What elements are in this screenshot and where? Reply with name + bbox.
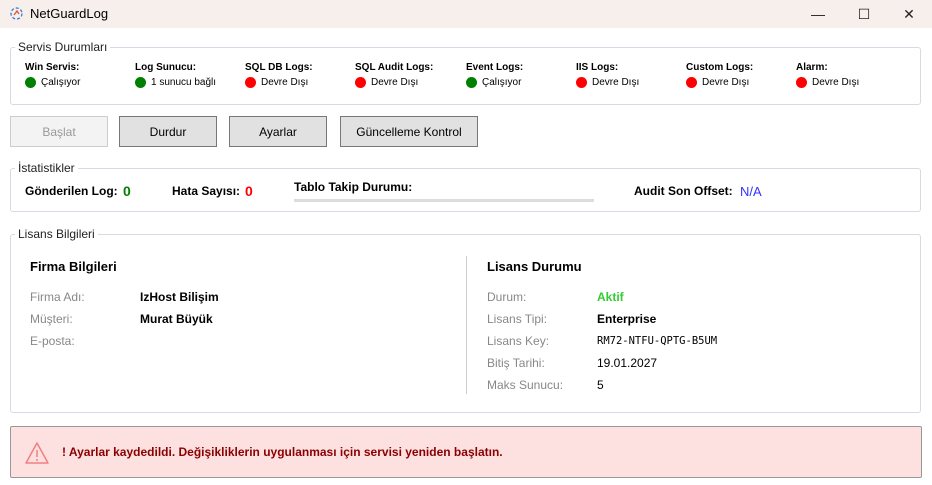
service-status: Devre Dışı (576, 77, 639, 88)
service-status: Çalışıyor (466, 77, 521, 88)
start-button[interactable]: Başlat (10, 116, 108, 147)
license-status-heading: Lisans Durumu (487, 259, 582, 274)
divider (466, 256, 467, 394)
service-status: Devre Dışı (245, 77, 308, 88)
app-logo-icon (10, 7, 23, 20)
service-label: Alarm: (796, 62, 828, 73)
license-field-value: 5 (597, 378, 604, 392)
service-status: Devre Dışı (355, 77, 418, 88)
warning-icon (25, 442, 49, 464)
service-status-text: Devre Dışı (592, 77, 640, 88)
license-field-label: Maks Sunucu: (487, 378, 564, 392)
license-field-value: Enterprise (597, 312, 657, 326)
window-title: NetGuardLog (30, 6, 109, 21)
status-dot-icon (796, 77, 807, 88)
title-bar: NetGuardLog — ☐ ✕ (0, 0, 932, 28)
service-label: SQL DB Logs: (245, 62, 313, 73)
status-dot-icon (576, 77, 587, 88)
service-label: Win Servis: (25, 62, 80, 73)
service-label: Event Logs: (466, 62, 524, 73)
service-status-group (10, 47, 921, 105)
audit-offset-value: N/A (740, 184, 762, 199)
statistics-legend: İstatistikler (15, 161, 78, 175)
service-status-text: Devre Dışı (261, 77, 309, 88)
status-dot-icon (355, 77, 366, 88)
service-status: Devre Dışı (796, 77, 859, 88)
status-dot-icon (466, 77, 477, 88)
status-dot-icon (686, 77, 697, 88)
alert-message: ! Ayarlar kaydedildi. Değişikliklerin uy… (62, 445, 503, 459)
alert-banner: ! Ayarlar kaydedildi. Değişikliklerin uy… (10, 426, 922, 478)
error-count-label: Hata Sayısı: (172, 184, 241, 198)
company-field-label: Müşteri: (30, 312, 73, 326)
service-status-text: Çalışıyor (41, 77, 81, 88)
maximize-button[interactable]: ☐ (841, 0, 887, 28)
sent-log-value: 0 (123, 183, 131, 199)
service-status-legend: Servis Durumları (15, 40, 111, 54)
settings-button[interactable]: Ayarlar (229, 116, 327, 147)
license-field-value: 19.01.2027 (597, 356, 658, 370)
service-status-text: 1 sunucu bağlı (151, 77, 217, 88)
license-field-label: Bitiş Tarihi: (487, 356, 545, 370)
status-dot-icon (245, 77, 256, 88)
license-field-value: RM72-NTFU-QPTG-B5UM (597, 335, 718, 347)
service-status-text: Devre Dışı (702, 77, 750, 88)
service-status: Çalışıyor (25, 77, 80, 88)
service-status-text: Devre Dışı (371, 77, 419, 88)
company-heading: Firma Bilgileri (30, 259, 117, 274)
service-status-text: Devre Dışı (812, 77, 860, 88)
status-dot-icon (25, 77, 36, 88)
license-field-label: Durum: (487, 290, 527, 304)
stop-button[interactable]: Durdur (119, 116, 217, 147)
error-count-value: 0 (245, 183, 253, 199)
service-label: SQL Audit Logs: (355, 62, 434, 73)
company-field-label: Firma Adı: (30, 290, 85, 304)
license-field-label: Lisans Key: (487, 334, 550, 348)
company-field-value: Murat Büyük (140, 312, 213, 326)
service-label: IIS Logs: (576, 62, 619, 73)
audit-offset-label: Audit Son Offset: (634, 184, 733, 198)
service-label: Custom Logs: (686, 62, 754, 73)
service-status: 1 sunucu bağlı (135, 77, 216, 88)
company-field-label: E-posta: (30, 334, 75, 348)
license-legend: Lisans Bilgileri (15, 227, 98, 241)
service-status: Devre Dışı (686, 77, 749, 88)
close-button[interactable]: ✕ (886, 0, 932, 28)
update-check-button[interactable]: Güncelleme Kontrol (340, 116, 478, 147)
minimize-button[interactable]: — (795, 0, 841, 28)
status-dot-icon (135, 77, 146, 88)
table-tracking-progress (294, 199, 594, 202)
company-field-value: IzHost Bilişim (140, 290, 219, 304)
service-status-text: Çalışıyor (482, 77, 522, 88)
statistics-group (10, 168, 921, 212)
service-label: Log Sunucu: (135, 62, 197, 73)
sent-log-label: Gönderilen Log: (25, 184, 118, 198)
table-tracking-label: Tablo Takip Durumu: (294, 180, 413, 194)
license-field-value: Aktif (597, 290, 624, 304)
license-field-label: Lisans Tipi: (487, 312, 548, 326)
